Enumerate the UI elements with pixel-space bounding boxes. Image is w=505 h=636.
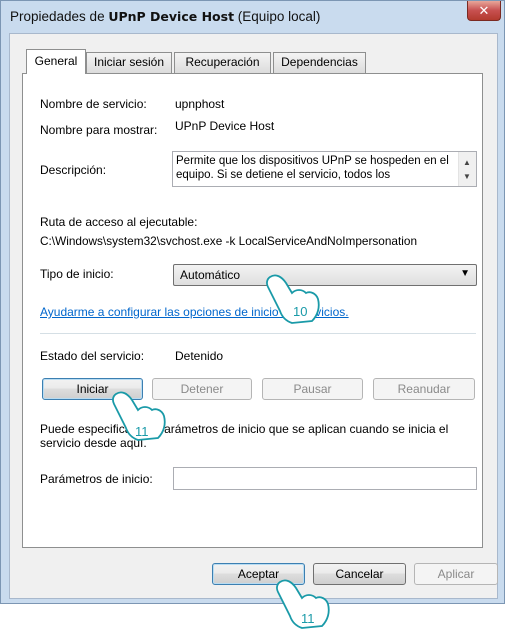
start-params-info: Puede especificar los parámetros de inic… — [40, 422, 449, 450]
description-label: Descripción: — [40, 163, 107, 177]
tab-dependencias[interactable]: Dependencias — [273, 52, 366, 73]
separator — [40, 333, 476, 334]
tab-iniciar-sesion[interactable]: Iniciar sesión — [86, 52, 172, 73]
service-status-value: Detenido — [175, 349, 224, 363]
apply-button[interactable]: Aplicar — [414, 563, 498, 585]
scroll-down-icon[interactable]: ▼ — [463, 172, 471, 181]
chevron-down-icon: ▼ — [460, 268, 470, 279]
tab-general[interactable]: General — [26, 49, 86, 74]
path-value: C:\Windows\system32\svchost.exe -k Local… — [40, 234, 418, 248]
pointer-hand-icon: 10 — [266, 274, 320, 324]
service-status-label: Estado del servicio: — [40, 349, 145, 363]
description-textbox[interactable]: Permite que los dispositivos UPnP se hos… — [172, 151, 477, 187]
step-number-10: 10 — [293, 304, 307, 319]
scroll-up-icon[interactable]: ▲ — [463, 158, 471, 167]
pause-button[interactable]: Pausar — [262, 378, 363, 400]
window-title: Propiedades de UPnP Device Host (Equipo … — [10, 9, 321, 24]
pointer-hand-icon: 11 — [112, 391, 166, 441]
service-name-label: Nombre de servicio: — [40, 97, 147, 111]
close-button[interactable]: ✕ — [467, 1, 501, 21]
startup-type-label: Tipo de inicio: — [40, 267, 114, 281]
startup-type-select[interactable]: Automático ▼ — [173, 264, 477, 286]
step-number-11b: 11 — [301, 611, 315, 626]
start-params-label: Parámetros de inicio: — [40, 472, 153, 486]
startup-type-value: Automático — [180, 268, 241, 282]
display-name-value: UPnP Device Host — [175, 119, 275, 133]
close-icon: ✕ — [478, 3, 490, 18]
service-name-value: upnphost — [175, 97, 225, 111]
display-name-label: Nombre para mostrar: — [40, 123, 158, 137]
description-scrollbar[interactable]: ▲ ▼ — [458, 152, 476, 186]
start-params-input[interactable] — [173, 467, 477, 490]
resume-button[interactable]: Reanudar — [373, 378, 475, 400]
path-label: Ruta de acceso al ejecutable: — [40, 215, 198, 229]
step-number-11a: 11 — [135, 424, 149, 439]
tab-recuperacion[interactable]: Recuperación — [174, 52, 271, 73]
description-text: Permite que los dispositivos UPnP se hos… — [176, 155, 449, 181]
pointer-hand-icon: 11 — [276, 579, 330, 629]
